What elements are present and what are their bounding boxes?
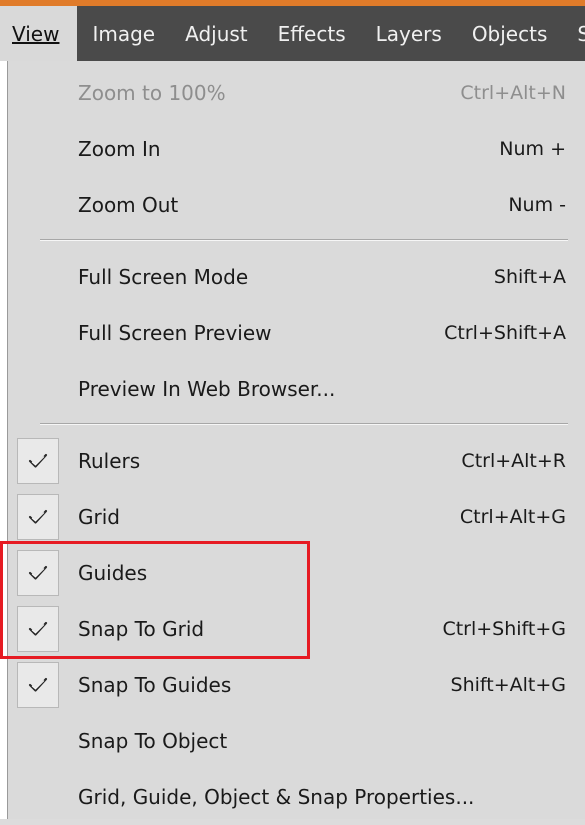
menu-layers[interactable]: Layers: [361, 6, 457, 61]
menu-item-shortcut: Num -: [508, 194, 566, 216]
menu-item-label: Zoom Out: [78, 193, 179, 217]
menu-item-shortcut: Shift+Alt+G: [450, 674, 566, 696]
menu-item-shortcut: Num +: [499, 138, 566, 160]
annotation-highlight-box: [0, 541, 310, 659]
view-dropdown-menu: Zoom to 100% Ctrl+Alt+N Zoom In Num + Zo…: [8, 61, 585, 819]
menu-item-label: Snap To Object: [78, 729, 228, 753]
menu-item-zoom-to-100[interactable]: Zoom to 100% Ctrl+Alt+N: [8, 65, 585, 121]
menu-item-label: Zoom to 100%: [78, 81, 226, 105]
menu-view[interactable]: View: [0, 6, 78, 61]
menu-item-label: Snap To Guides: [78, 673, 232, 697]
menu-item-snap-to-guides[interactable]: Snap To Guides Shift+Alt+G: [8, 657, 585, 713]
menu-item-grid[interactable]: Grid Ctrl+Alt+G: [8, 489, 585, 545]
menu-item-full-screen-preview[interactable]: Full Screen Preview Ctrl+Shift+A: [8, 305, 585, 361]
menu-item-zoom-out[interactable]: Zoom Out Num -: [8, 177, 585, 233]
menu-item-preview-web-browser[interactable]: Preview In Web Browser...: [8, 361, 585, 417]
menu-effects[interactable]: Effects: [263, 6, 361, 61]
menu-item-label: Grid: [78, 505, 120, 529]
checkmark-icon: [17, 494, 59, 540]
menu-item-label: Full Screen Preview: [78, 321, 272, 345]
menu-objects[interactable]: Objects: [457, 6, 563, 61]
menu-item-label: Zoom In: [78, 137, 161, 161]
menu-item-shortcut: Ctrl+Alt+N: [460, 82, 566, 104]
menu-item-snap-properties[interactable]: Grid, Guide, Object & Snap Properties...: [8, 769, 585, 825]
menu-bar: View Image Adjust Effects Layers Objects…: [0, 6, 585, 61]
menu-item-zoom-in[interactable]: Zoom In Num +: [8, 121, 585, 177]
menu-item-label: Rulers: [78, 449, 141, 473]
menu-item-rulers[interactable]: Rulers Ctrl+Alt+R: [8, 433, 585, 489]
checkmark-icon: [17, 662, 59, 708]
menu-adjust[interactable]: Adjust: [170, 6, 263, 61]
menu-separator: [40, 423, 568, 425]
menu-item-shortcut: Ctrl+Shift+G: [442, 618, 566, 640]
menu-item-label: Preview In Web Browser...: [78, 377, 336, 401]
menu-item-label: Grid, Guide, Object & Snap Properties...: [78, 785, 475, 809]
menu-item-snap-to-object[interactable]: Snap To Object: [8, 713, 585, 769]
canvas-edge: [0, 61, 8, 819]
menu-item-label: Full Screen Mode: [78, 265, 249, 289]
menu-item-full-screen-mode[interactable]: Full Screen Mode Shift+A: [8, 249, 585, 305]
menu-item-shortcut: Ctrl+Alt+G: [459, 506, 566, 528]
menu-separator: [40, 239, 568, 241]
menu-item-shortcut: Ctrl+Shift+A: [444, 322, 566, 344]
menu-item-shortcut: Shift+A: [493, 266, 566, 288]
menu-image[interactable]: Image: [77, 6, 170, 61]
checkmark-icon: [17, 438, 59, 484]
menu-overflow[interactable]: S: [562, 6, 585, 61]
menu-item-shortcut: Ctrl+Alt+R: [461, 450, 566, 472]
